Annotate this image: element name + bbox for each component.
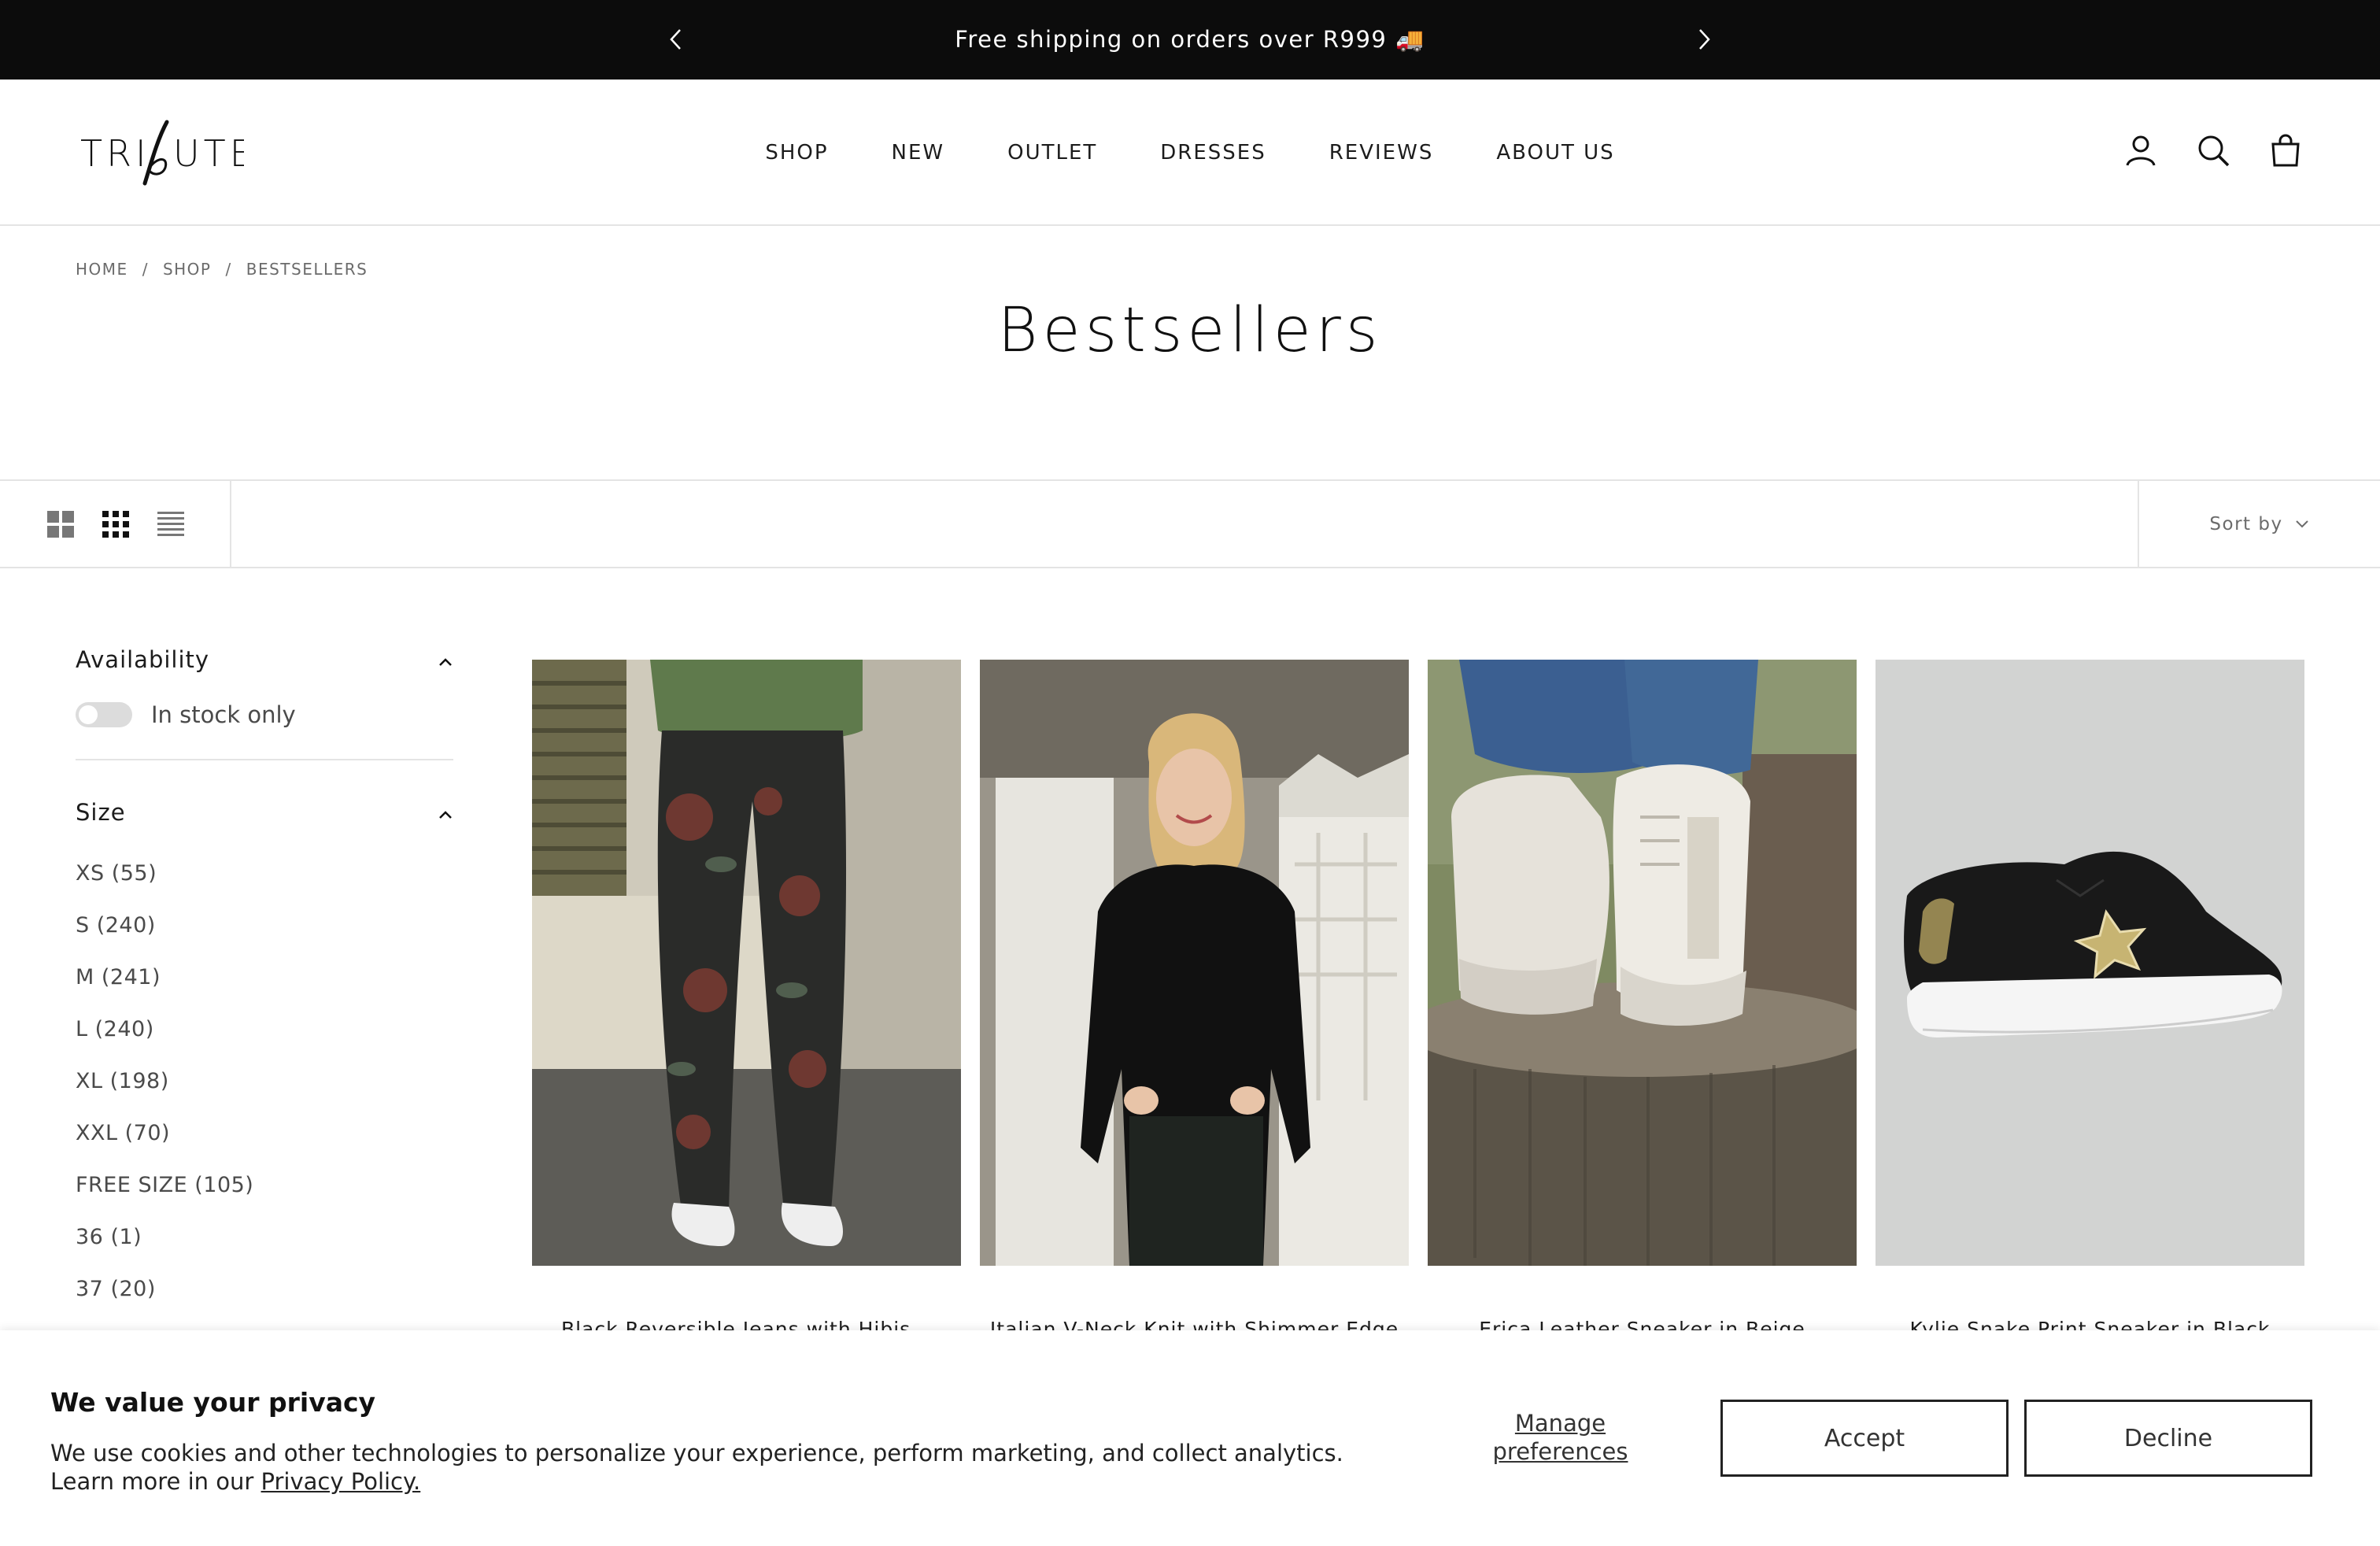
- product-card[interactable]: Erica Leather Sneaker in Beige: [1428, 660, 1857, 1341]
- filter-size-header[interactable]: Size: [76, 782, 453, 842]
- size-option[interactable]: XXL (70): [76, 1107, 453, 1159]
- breadcrumb-current: BESTSELLERS: [246, 260, 368, 279]
- site-header: TRI UTE SHOP NEW OUTLET DRESSES REVIEWS …: [0, 80, 2380, 226]
- product-grid: Black Reversible Jeans with Hibis... Ita…: [532, 660, 2304, 1341]
- size-option[interactable]: FREE SIZE (105): [76, 1159, 453, 1211]
- svg-text:UTE: UTE: [173, 132, 244, 175]
- in-stock-toggle-row: In stock only: [76, 690, 453, 740]
- size-options: XS (55) S (240) M (241) L (240) XL (198)…: [76, 847, 453, 1315]
- filter-divider: [76, 759, 453, 760]
- bag-icon[interactable]: [2267, 131, 2304, 169]
- cookie-text-block: We use cookies and other technologies to…: [50, 1439, 1373, 1496]
- logo[interactable]: TRI UTE: [79, 116, 244, 191]
- size-option[interactable]: S (240): [76, 899, 453, 951]
- chevron-right-icon[interactable]: [1687, 22, 1721, 57]
- size-option[interactable]: 37 (20): [76, 1263, 453, 1315]
- announcement-text: Free shipping on orders over R999 🚚: [955, 26, 1425, 53]
- filter-availability-header[interactable]: Availability: [76, 630, 453, 690]
- grid-2-icon[interactable]: [46, 509, 76, 539]
- breadcrumb-separator: /: [142, 260, 149, 279]
- size-option[interactable]: L (240): [76, 1003, 453, 1055]
- size-option[interactable]: XS (55): [76, 847, 453, 899]
- sort-by-dropdown[interactable]: Sort by: [2138, 481, 2380, 567]
- search-icon[interactable]: [2194, 131, 2232, 169]
- announcement-bar: Free shipping on orders over R999 🚚: [0, 0, 2380, 80]
- size-option[interactable]: XL (198): [76, 1055, 453, 1107]
- product-image-beige-sneaker[interactable]: [1428, 660, 1857, 1266]
- nav-outlet[interactable]: OUTLET: [1007, 141, 1097, 165]
- layout-switcher: [0, 481, 231, 567]
- grid-4-icon[interactable]: [101, 509, 131, 539]
- chevron-up-icon: [438, 646, 453, 673]
- main-nav: SHOP NEW OUTLET DRESSES REVIEWS ABOUT US: [0, 80, 2380, 226]
- decline-button[interactable]: Decline: [2024, 1400, 2312, 1477]
- filter-size-title: Size: [76, 799, 126, 826]
- product-card[interactable]: Italian V-Neck Knit with Shimmer Edge: [980, 660, 1409, 1341]
- breadcrumb: HOME / SHOP / BESTSELLERS: [76, 260, 368, 279]
- cookie-title: We value your privacy: [50, 1387, 376, 1418]
- breadcrumb-separator: /: [225, 260, 232, 279]
- cookie-learn-more: Learn more in our: [50, 1468, 261, 1495]
- accept-button[interactable]: Accept: [1720, 1400, 2009, 1477]
- nav-reviews[interactable]: REVIEWS: [1329, 141, 1434, 165]
- product-image-black-knit[interactable]: [980, 660, 1409, 1266]
- privacy-policy-link[interactable]: Privacy Policy.: [261, 1468, 421, 1495]
- filters-sidebar: Availability In stock only Size XS (55) …: [76, 630, 453, 1315]
- chevron-up-icon: [438, 799, 453, 826]
- page-title: Bestsellers: [997, 295, 1383, 366]
- in-stock-label: In stock only: [151, 701, 296, 728]
- nav-shop[interactable]: SHOP: [765, 141, 828, 165]
- product-card[interactable]: Kylie Snake Print Sneaker in Black: [1876, 660, 2304, 1341]
- breadcrumb-home[interactable]: HOME: [76, 260, 128, 279]
- tribute-logo: TRI UTE: [80, 120, 244, 186]
- nav-dresses[interactable]: DRESSES: [1160, 141, 1266, 165]
- account-icon[interactable]: [2122, 131, 2160, 169]
- size-option[interactable]: 36 (1): [76, 1211, 453, 1263]
- product-card[interactable]: Black Reversible Jeans with Hibis...: [532, 660, 961, 1341]
- filter-availability-title: Availability: [76, 646, 210, 673]
- cookie-banner: [0, 1330, 2380, 1546]
- product-image-black-star-sneaker[interactable]: [1876, 660, 2304, 1266]
- nav-about-us[interactable]: ABOUT US: [1496, 141, 1614, 165]
- manage-preferences-link[interactable]: Manage preferences: [1480, 1409, 1641, 1466]
- chevron-down-icon: [2294, 514, 2310, 534]
- nav-new[interactable]: NEW: [892, 141, 945, 165]
- sort-by-label: Sort by: [2209, 513, 2283, 534]
- breadcrumb-shop[interactable]: SHOP: [163, 260, 212, 279]
- list-icon[interactable]: [156, 509, 186, 539]
- product-image-floral-jeans[interactable]: [532, 660, 961, 1266]
- cookie-text: We use cookies and other technologies to…: [50, 1440, 1343, 1466]
- size-option[interactable]: M (241): [76, 951, 453, 1003]
- collection-toolbar: Sort by: [0, 479, 2380, 568]
- chevron-left-icon[interactable]: [659, 22, 693, 57]
- in-stock-toggle[interactable]: [76, 702, 132, 727]
- svg-text:TRI: TRI: [80, 132, 150, 175]
